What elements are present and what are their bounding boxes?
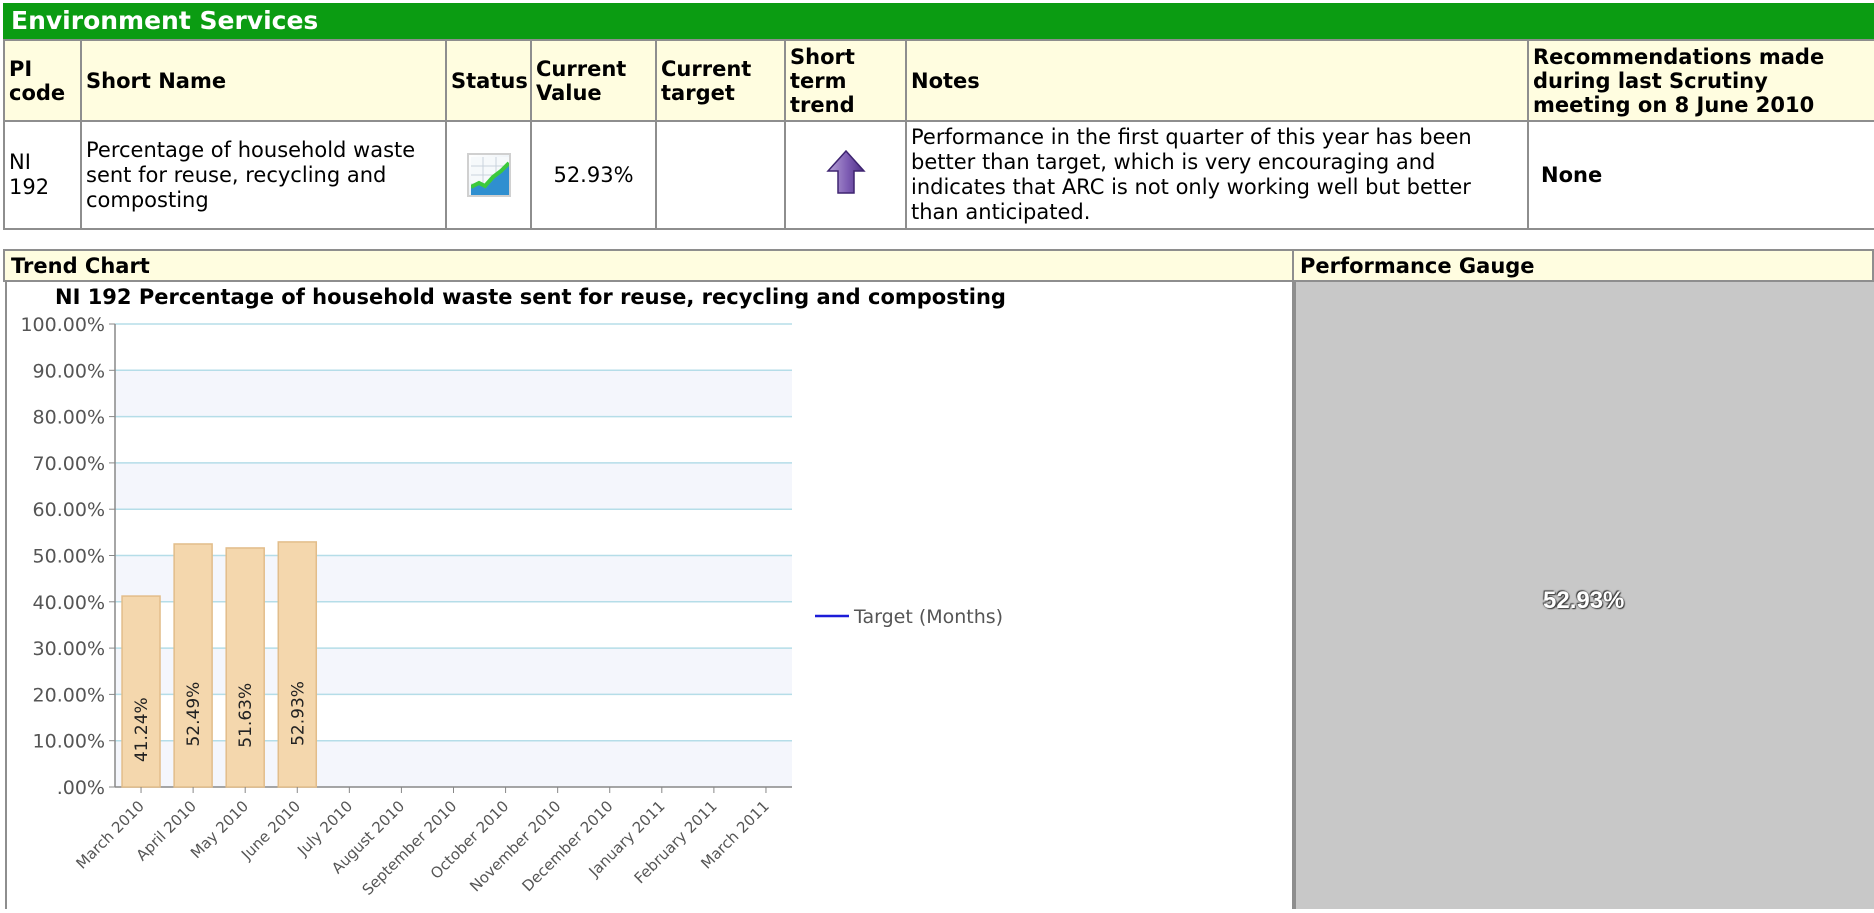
y-tick-label: 80.00% bbox=[33, 407, 105, 429]
cell-pi-code: NI 192 bbox=[3, 120, 82, 230]
x-tick-label: December 2010 bbox=[518, 797, 616, 895]
bar-data-label: 52.49% bbox=[184, 682, 204, 747]
y-tick-label: 30.00% bbox=[33, 638, 105, 660]
bar-data-label: 51.63% bbox=[236, 683, 256, 748]
pi-report: Environment Services PI code Short Name … bbox=[0, 0, 1874, 909]
table-row: NI 192 Percentage of household waste sen… bbox=[3, 120, 1874, 230]
performance-gauge-panel: 52.93% bbox=[1294, 282, 1874, 909]
x-tick-label: November 2010 bbox=[466, 797, 564, 895]
y-tick-label: 90.00% bbox=[33, 360, 105, 382]
plot-band bbox=[115, 740, 792, 787]
bar bbox=[225, 547, 265, 788]
plot-band bbox=[115, 555, 792, 602]
cell-recommendations: None bbox=[1527, 120, 1874, 230]
pi-table: PI code Short Name Status Current Value … bbox=[3, 39, 1874, 230]
y-tick-label: 20.00% bbox=[33, 684, 105, 706]
bar-data-label: 52.93% bbox=[288, 681, 308, 746]
cell-current-value: 52.93% bbox=[530, 120, 657, 230]
header-current-value: Current Value bbox=[530, 39, 657, 122]
y-tick-label: 50.00% bbox=[33, 546, 105, 568]
bar bbox=[173, 543, 213, 788]
trend-chart-panel: NI 192 Percentage of household waste sen… bbox=[5, 282, 1294, 909]
gauge-value: 52.93% bbox=[1543, 587, 1625, 614]
cell-status bbox=[445, 120, 532, 230]
cell-current-target bbox=[655, 120, 786, 230]
chart-title: NI 192 Percentage of household waste sen… bbox=[55, 285, 1006, 309]
plot-band bbox=[115, 648, 792, 695]
x-tick-label: March 2010 bbox=[72, 797, 147, 872]
bar-data-label: 41.24% bbox=[132, 697, 152, 762]
plot-band bbox=[115, 370, 792, 417]
y-tick-label: .00% bbox=[57, 777, 105, 799]
chart-status-icon bbox=[466, 153, 511, 197]
performance-gauge-header: Performance Gauge bbox=[1292, 249, 1874, 282]
trend-chart-header: Trend Chart bbox=[3, 249, 1294, 282]
header-short-name: Short Name bbox=[80, 39, 447, 122]
legend-label: Target (Months) bbox=[853, 606, 1003, 628]
y-tick-label: 40.00% bbox=[33, 592, 105, 614]
trend-chart: 100.00% 90.00% 80.00% 70.00% 60.00% 50.00% 40.… bbox=[20, 314, 1003, 899]
y-tick-label: 70.00% bbox=[33, 453, 105, 475]
section-title: Environment Services bbox=[3, 3, 1874, 39]
header-notes: Notes bbox=[905, 39, 1529, 122]
x-tick-label: September 2010 bbox=[359, 797, 461, 899]
header-short-term-trend: Short term trend bbox=[784, 39, 907, 122]
header-status: Status bbox=[445, 39, 532, 122]
header-row: PI code Short Name Status Current Value … bbox=[3, 39, 1874, 122]
cell-short-term-trend bbox=[784, 120, 907, 230]
y-tick-label: 10.00% bbox=[33, 731, 105, 753]
header-pi-code: PI code bbox=[3, 39, 82, 122]
cell-short-name: Percentage of household waste sent for r… bbox=[80, 120, 447, 230]
y-tick-label: 60.00% bbox=[33, 499, 105, 521]
up-arrow-icon bbox=[825, 149, 866, 194]
plot-band bbox=[115, 462, 792, 510]
header-current-target: Current target bbox=[655, 39, 786, 122]
header-recommendations: Recommendations made during last Scrutin… bbox=[1527, 39, 1874, 122]
y-tick-label: 100.00% bbox=[20, 314, 105, 336]
bar bbox=[277, 541, 318, 788]
cell-notes: Performance in the first quarter of this… bbox=[905, 120, 1529, 230]
